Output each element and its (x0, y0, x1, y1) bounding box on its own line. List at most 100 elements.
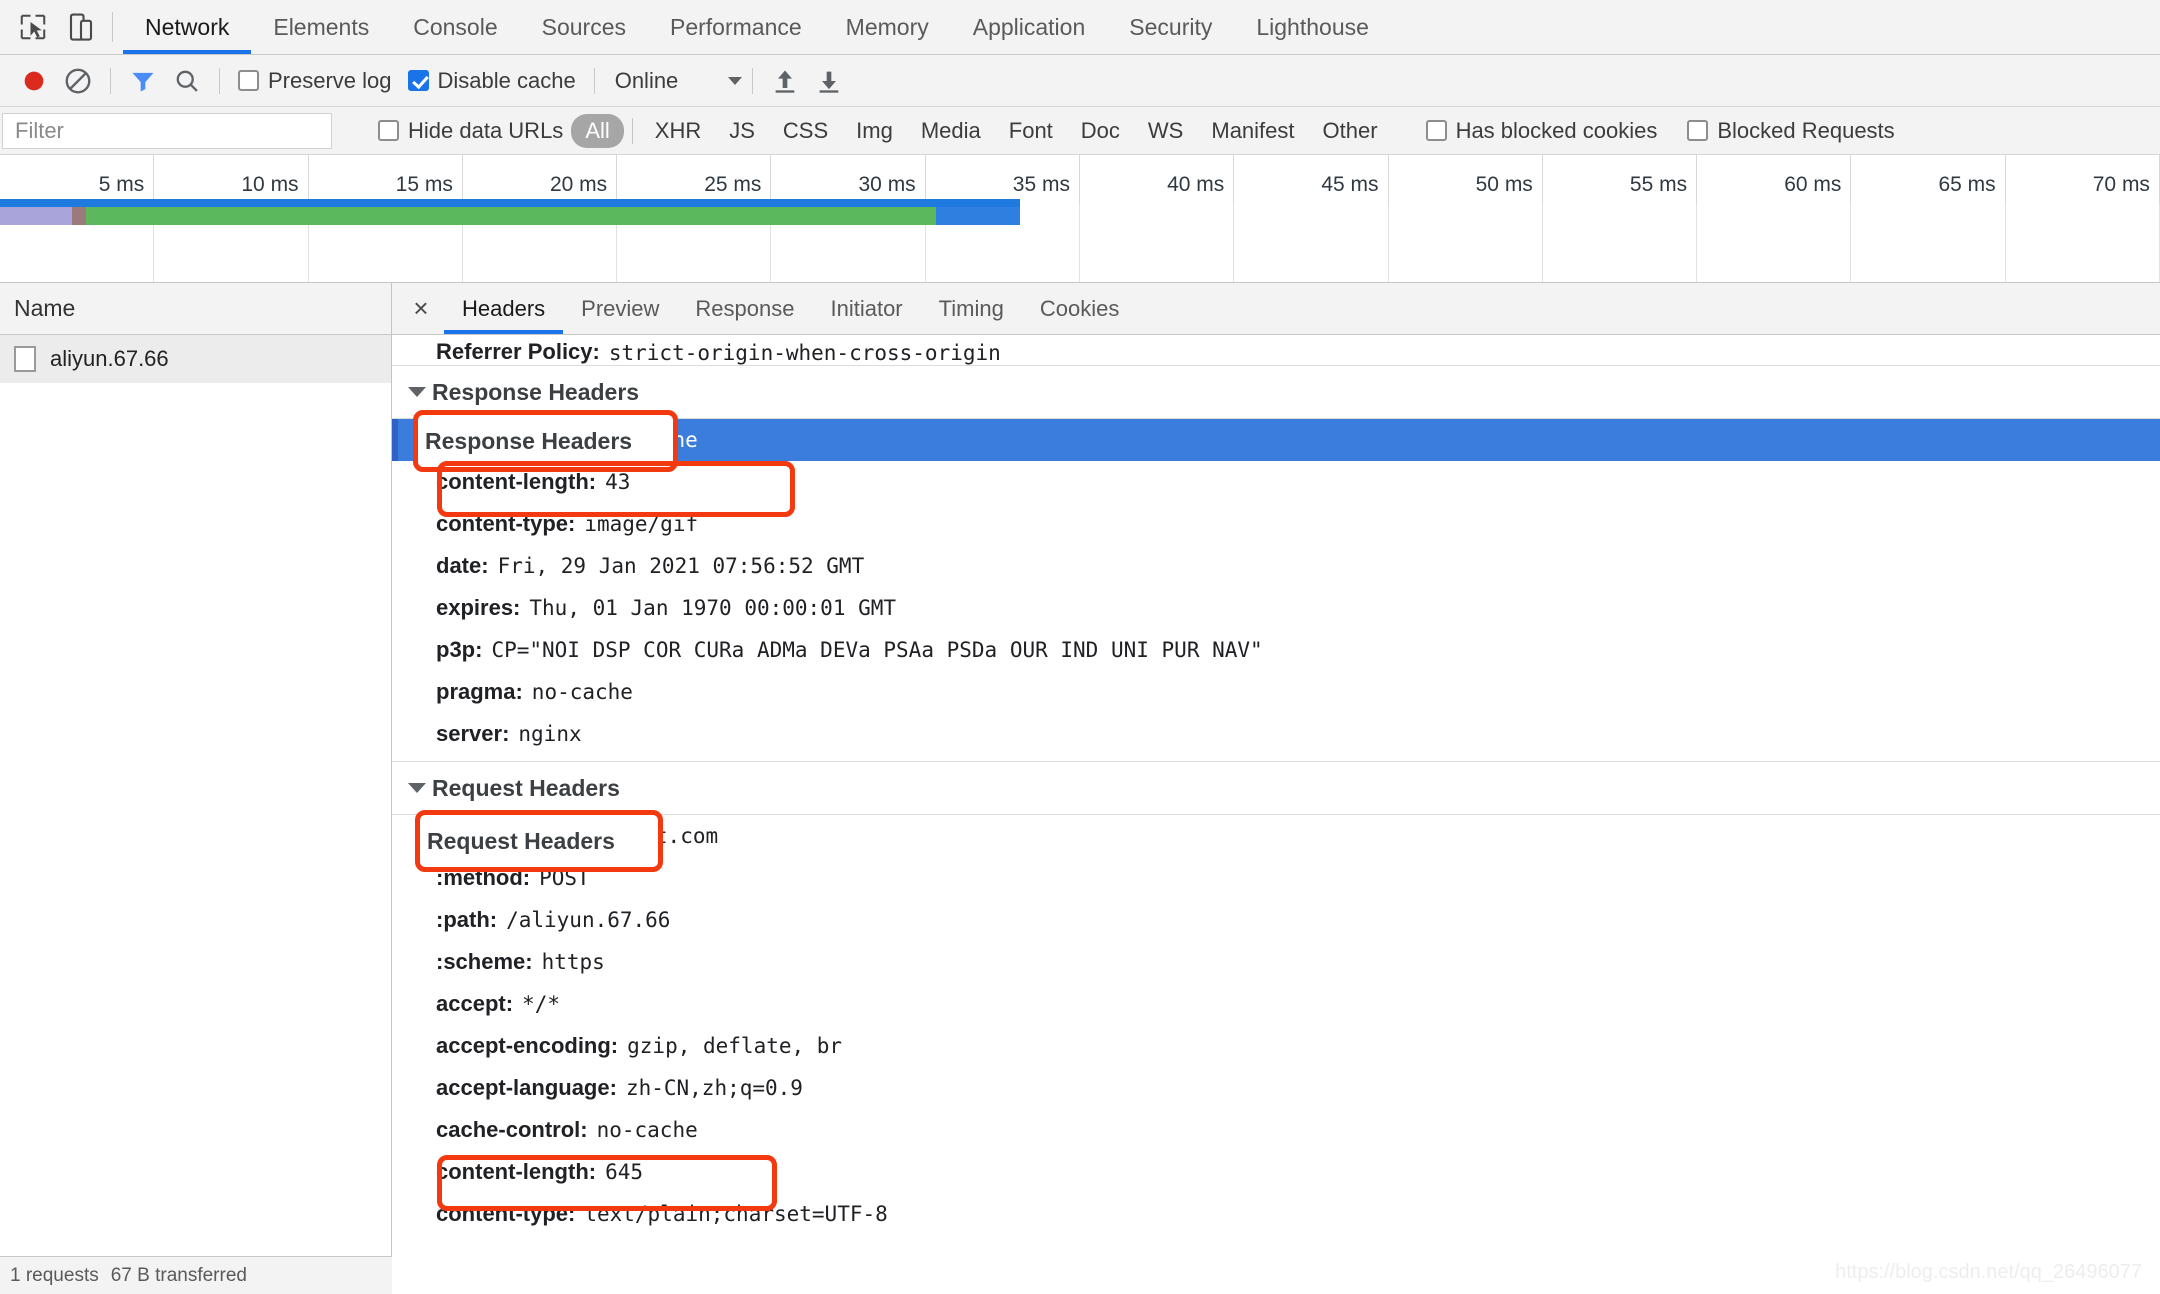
header-row-request-accept-language[interactable]: accept-language: zh-CN,zh;q=0.9 (392, 1067, 2160, 1109)
network-filter-bar: Filter Hide data URLs All XHR JS CSS Img… (0, 107, 2160, 155)
has-blocked-cookies-checkbox[interactable]: Has blocked cookies (1418, 118, 1666, 144)
clear-button[interactable] (56, 59, 100, 103)
tab-response[interactable]: Response (677, 283, 812, 334)
header-row-response-date[interactable]: date: Fri, 29 Jan 2021 07:56:52 GMT (392, 545, 2160, 587)
preserve-log-box[interactable] (238, 70, 259, 91)
disable-cache-box[interactable] (407, 70, 429, 91)
grid-cell (1851, 203, 2006, 282)
grid-cell (1697, 203, 1852, 282)
has-blocked-cookies-box[interactable] (1425, 120, 1447, 141)
ruler-tick: 30 ms (771, 155, 926, 203)
chevron-down-icon[interactable] (408, 783, 426, 793)
search-input[interactable]: Filter (2, 112, 332, 149)
tab-console[interactable]: Console (391, 0, 519, 54)
filter-type-doc-label: Doc (1080, 117, 1120, 143)
preserve-log-checkbox[interactable]: Preserve log (230, 68, 400, 94)
request-list-header[interactable]: Name (0, 283, 391, 335)
filter-type-all[interactable]: All (571, 113, 624, 148)
tab-cookies[interactable]: Cookies (1022, 283, 1137, 334)
filter-icon[interactable] (121, 59, 165, 103)
header-value: CP="NOI DSP COR CURa ADMa DEVa PSAa PSDa… (491, 638, 1263, 662)
network-overview[interactable]: 5 ms 10 ms 15 ms 20 ms 25 ms 30 ms 35 ms… (0, 155, 2160, 283)
header-row-request-cache-control[interactable]: cache-control: no-cache (392, 1109, 2160, 1151)
blocked-requests-checkbox[interactable]: Blocked Requests (1679, 118, 1902, 144)
grid-cell (2006, 203, 2160, 282)
header-row-request-accept[interactable]: accept: */* (392, 983, 2160, 1025)
header-row-request-content-length[interactable]: content-length: 645 (392, 1151, 2160, 1193)
header-row-response-pragma[interactable]: pragma: no-cache (392, 671, 2160, 713)
tab-initiator[interactable]: Initiator (812, 283, 920, 334)
header-value: Fri, 29 Jan 2021 07:56:52 GMT (497, 554, 865, 578)
section-request-headers[interactable]: Request Headers (392, 761, 2160, 815)
tab-sources[interactable]: Sources (520, 0, 648, 54)
filter-type-ws[interactable]: WS (1134, 114, 1197, 148)
header-value: text/plain;charset=UTF-8 (584, 1202, 888, 1226)
tab-response-label: Response (695, 295, 795, 321)
throttling-dropdown[interactable]: Online (605, 68, 743, 94)
filter-type-js[interactable]: JS (715, 114, 769, 148)
filter-type-css[interactable]: CSS (769, 114, 842, 148)
record-button[interactable] (12, 59, 56, 103)
header-row-referrer-policy[interactable]: Referrer Policy: strict-origin-when-cros… (392, 335, 2160, 365)
filter-types-divider (631, 117, 633, 144)
filter-type-other[interactable]: Other (1309, 114, 1392, 148)
header-value: no-cache (531, 680, 633, 704)
request-list-pane: Name aliyun.67.66 (0, 283, 392, 1294)
close-icon[interactable]: × (398, 283, 444, 334)
hide-data-urls-checkbox[interactable]: Hide data URLs (370, 118, 571, 144)
ruler-tick: 5 ms (0, 155, 155, 203)
toolbar-divider-1 (110, 67, 111, 94)
tab-elements[interactable]: Elements (251, 0, 391, 54)
header-row-response-expires[interactable]: expires: Thu, 01 Jan 1970 00:00:01 GMT (392, 587, 2160, 629)
hide-data-urls-box[interactable] (378, 120, 399, 141)
filter-type-js-label: JS (729, 117, 755, 143)
header-row-request-path[interactable]: :path: /aliyun.67.66 (392, 899, 2160, 941)
ruler-tick-label: 50 ms (1475, 173, 1533, 196)
tab-initiator-label: Initiator (830, 295, 903, 321)
disable-cache-checkbox[interactable]: Disable cache (400, 68, 584, 94)
header-row-request-scheme[interactable]: :scheme: https (392, 941, 2160, 983)
tab-security[interactable]: Security (1107, 0, 1234, 54)
header-row-response-server[interactable]: server: nginx (392, 713, 2160, 755)
blocked-requests-box[interactable] (1687, 120, 1709, 141)
header-row-response-content-type[interactable]: content-type: image/gif (392, 503, 2160, 545)
tab-cookies-label: Cookies (1039, 295, 1120, 321)
ruler-tick-label: 55 ms (1629, 173, 1688, 196)
chevron-down-icon[interactable] (408, 387, 426, 397)
ruler-tick: 45 ms (1234, 155, 1389, 203)
tab-memory[interactable]: Memory (824, 0, 951, 54)
ruler-tick-label: 65 ms (1938, 173, 1996, 196)
filter-type-img[interactable]: Img (842, 114, 907, 148)
tab-lighthouse[interactable]: Lighthouse (1234, 0, 1391, 54)
tab-preview[interactable]: Preview (563, 283, 677, 334)
tab-timing[interactable]: Timing (921, 283, 1022, 334)
device-toolbar-icon[interactable] (62, 8, 100, 46)
filter-type-media[interactable]: Media (907, 114, 995, 148)
inspect-element-icon[interactable] (14, 8, 52, 46)
tab-network[interactable]: Network (123, 0, 252, 54)
waterfall-queueing-segment (0, 207, 72, 225)
header-row-response-p3p[interactable]: p3p: CP="NOI DSP COR CURa ADMa DEVa PSAa… (392, 629, 2160, 671)
filter-type-doc[interactable]: Doc (1067, 114, 1134, 148)
import-har-icon[interactable] (763, 59, 807, 103)
disable-cache-label: Disable cache (437, 67, 576, 93)
preserve-log-label: Preserve log (268, 67, 392, 93)
table-row[interactable]: aliyun.67.66 (0, 335, 391, 383)
selection-indicator (392, 419, 398, 461)
filter-type-manifest[interactable]: Manifest (1197, 114, 1308, 148)
header-key: expires: (436, 595, 521, 620)
chevron-down-icon[interactable] (728, 76, 743, 85)
header-row-request-content-type[interactable]: content-type: text/plain;charset=UTF-8 (392, 1193, 2160, 1235)
header-row-request-accept-encoding[interactable]: accept-encoding: gzip, deflate, br (392, 1025, 2160, 1067)
search-input-placeholder: Filter (15, 117, 64, 143)
filter-type-xhr[interactable]: XHR (641, 114, 715, 148)
header-key: content-type: (436, 1201, 576, 1226)
tab-headers[interactable]: Headers (444, 283, 564, 334)
tab-application[interactable]: Application (951, 0, 1108, 54)
ruler-tick-label: 15 ms (395, 173, 453, 196)
tab-performance[interactable]: Performance (648, 0, 824, 54)
ruler-tick-label: 25 ms (704, 173, 762, 196)
filter-type-font[interactable]: Font (995, 114, 1067, 148)
search-icon[interactable] (165, 59, 209, 103)
export-har-icon[interactable] (807, 59, 851, 103)
